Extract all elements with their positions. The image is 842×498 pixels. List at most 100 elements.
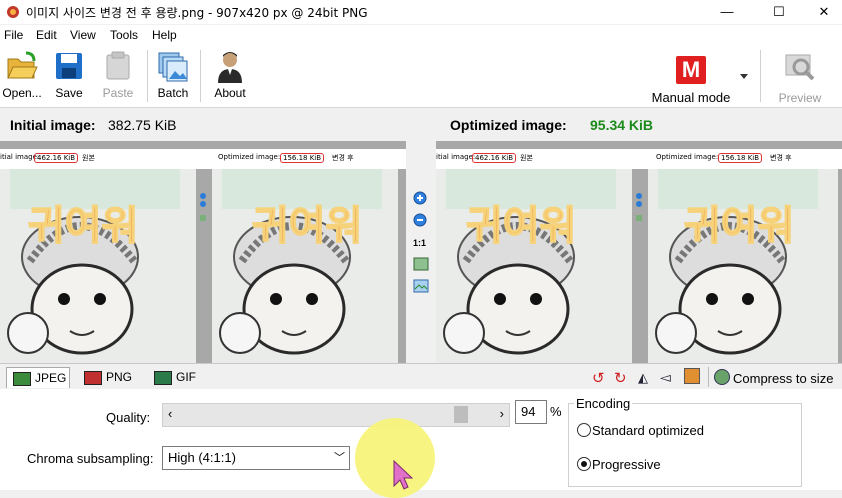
- zoom-dot-icon[interactable]: [636, 201, 642, 207]
- quality-slider[interactable]: ‹ ›: [162, 403, 510, 427]
- flip-vertical-icon[interactable]: ◅: [660, 369, 671, 386]
- cartoon-face-illustration: 귀여워: [436, 169, 632, 363]
- maximize-button[interactable]: ☐: [756, 0, 802, 24]
- art-text: 귀여워: [252, 203, 362, 249]
- compress-to-size-label: Compress to size: [733, 371, 834, 386]
- compress-gear-icon: [714, 369, 730, 385]
- compress-to-size-button[interactable]: Compress to size: [712, 367, 838, 387]
- split-view-icon[interactable]: [413, 279, 429, 293]
- tab-png-label: PNG: [106, 370, 133, 384]
- toolbar-separator: [200, 50, 201, 102]
- about-button[interactable]: About: [206, 45, 254, 107]
- art-text: 귀여워: [466, 203, 576, 249]
- open-label: Open...: [2, 86, 42, 100]
- pane-size-box: 156.18 KiB: [280, 153, 325, 163]
- about-label: About: [214, 86, 246, 100]
- fit-icon[interactable]: [636, 215, 642, 221]
- zoom-dot-icon[interactable]: [636, 193, 642, 199]
- flip-horizontal-icon[interactable]: ◭: [638, 370, 648, 386]
- batch-images-icon: [158, 52, 188, 82]
- picture-optimized: 귀여워: [648, 169, 838, 363]
- crop-resize-icon[interactable]: [684, 368, 700, 384]
- chevron-down-icon: ﹀: [334, 452, 345, 464]
- menu-file[interactable]: File: [4, 28, 23, 42]
- actual-size-ratio[interactable]: 1:1: [413, 238, 426, 248]
- optimized-image-size: 95.34 KiB: [590, 117, 654, 133]
- person-icon: [218, 52, 242, 83]
- toolbar: Open... Save Paste Batch About M Manual …: [0, 45, 842, 108]
- png-file-icon: [84, 371, 102, 385]
- quality-label: Quality:: [106, 410, 151, 425]
- close-button[interactable]: ✕: [801, 0, 842, 24]
- picture-original: 귀여워: [436, 169, 632, 363]
- initial-image-pane[interactable]: itial image: 462.16 KiB 원본 Optimized ima…: [0, 141, 406, 363]
- slider-left-arrow-icon[interactable]: ‹: [168, 406, 172, 421]
- gif-file-icon: [154, 371, 172, 385]
- pane-size-box: 462.16 KiB: [34, 153, 79, 163]
- batch-label: Batch: [157, 86, 189, 100]
- save-label: Save: [55, 86, 83, 100]
- mode-dropdown-arrow-icon[interactable]: [740, 74, 748, 79]
- pane-tag: 변경 후: [332, 154, 354, 162]
- paste-button[interactable]: Paste: [96, 45, 140, 107]
- open-button[interactable]: Open...: [0, 45, 44, 107]
- tab-gif[interactable]: GIF: [152, 367, 202, 387]
- chroma-subsampling-label: Chroma subsampling:: [27, 451, 154, 466]
- rotate-right-icon[interactable]: ↻: [614, 369, 627, 387]
- optimized-image-label: Optimized image:: [450, 117, 567, 133]
- manual-mode-label: Manual mode: [651, 90, 731, 105]
- progressive-radio[interactable]: [577, 457, 591, 471]
- chroma-subsampling-select[interactable]: High (4:1:1) ﹀: [162, 446, 350, 470]
- save-button[interactable]: Save: [48, 45, 90, 107]
- clipboard-icon: [106, 51, 130, 80]
- minimize-button[interactable]: —: [704, 0, 750, 24]
- zoom-in-icon[interactable]: [413, 191, 429, 207]
- fit-icon[interactable]: [200, 215, 206, 221]
- paste-label: Paste: [102, 86, 134, 100]
- encoding-group-label: Encoding: [574, 396, 633, 411]
- tab-png[interactable]: PNG: [82, 367, 138, 387]
- pane-side-tools: [198, 191, 208, 251]
- jpeg-file-icon: [13, 372, 31, 386]
- pane-tag: 원본: [520, 154, 533, 162]
- menu-edit[interactable]: Edit: [36, 28, 57, 42]
- pane-size-box: 156.18 KiB: [718, 153, 763, 163]
- tab-jpeg[interactable]: JPEG: [6, 367, 70, 388]
- rotate-left-icon[interactable]: ↺: [592, 369, 605, 387]
- app-icon: [7, 6, 19, 18]
- zoom-dot-icon[interactable]: [200, 201, 206, 207]
- quality-slider-thumb[interactable]: [454, 406, 469, 423]
- toolbar-separator: [147, 50, 148, 102]
- picture-original: 귀여워: [0, 169, 196, 363]
- encoding-group: [568, 403, 802, 487]
- floppy-disk-icon: [56, 53, 82, 79]
- art-text: 귀여워: [28, 203, 138, 249]
- size-info-bar: Initial image: 382.75 KiB Optimized imag…: [0, 108, 842, 141]
- standard-optimized-label[interactable]: Standard optimized: [592, 423, 704, 438]
- pane-label: Optimized image:: [656, 153, 719, 161]
- tab-gif-label: GIF: [176, 370, 196, 384]
- optimized-image-pane[interactable]: itial image: 462.16 KiB 원본 Optimized ima…: [436, 141, 842, 363]
- menu-help[interactable]: Help: [152, 28, 177, 42]
- zoom-toolstrip: 1:1: [406, 141, 436, 363]
- pane-header: itial image: 462.16 KiB 원본 Optimized ima…: [0, 149, 406, 169]
- quality-value-field[interactable]: 94: [515, 400, 547, 424]
- zoom-out-icon[interactable]: [413, 213, 429, 229]
- zoom-dot-icon[interactable]: [200, 193, 206, 199]
- pane-label: itial image:: [436, 153, 476, 161]
- fit-window-icon[interactable]: [413, 257, 429, 271]
- standard-optimized-radio[interactable]: [577, 423, 591, 437]
- pane-tag: 변경 후: [770, 154, 792, 162]
- window-title: 이미지 사이즈 변경 전 후 용량.png - 907x420 px @ 24b…: [26, 6, 368, 20]
- slider-right-arrow-icon[interactable]: ›: [500, 406, 504, 421]
- preview-label: Preview: [778, 91, 822, 105]
- batch-button[interactable]: Batch: [152, 45, 194, 107]
- menu-view[interactable]: View: [70, 28, 96, 42]
- pane-side-tools: [634, 191, 644, 251]
- preview-button[interactable]: Preview: [772, 45, 828, 107]
- quality-unit: %: [550, 404, 562, 419]
- progressive-label[interactable]: Progressive: [592, 457, 661, 472]
- menu-tools[interactable]: Tools: [110, 28, 138, 42]
- initial-image-size: 382.75 KiB: [108, 117, 177, 133]
- manual-mode-button[interactable]: M Manual mode: [645, 45, 737, 107]
